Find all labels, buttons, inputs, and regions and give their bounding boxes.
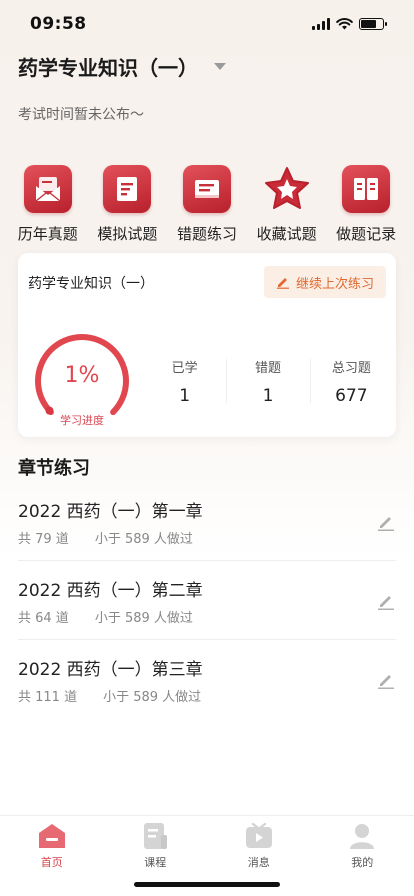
subject-title: 药学专业知识（一） [18, 56, 198, 80]
status-icons [312, 18, 387, 30]
tab-label: 消息 [247, 856, 270, 869]
profile-icon [346, 820, 378, 852]
stat-learned: 已学 1 [143, 353, 226, 409]
quick-nav-label: 收藏试题 [256, 225, 317, 243]
quick-nav-past-papers[interactable]: 历年真题 [8, 165, 88, 244]
chapter-name: 2022 西药（一）第二章 [18, 581, 203, 601]
chapter-name: 2022 西药（一）第一章 [18, 502, 203, 522]
error-book-icon [182, 165, 231, 213]
stat-label: 已学 [171, 360, 198, 376]
home-icon [36, 820, 68, 852]
battery-icon [359, 18, 387, 30]
tab-label: 我的 [351, 856, 374, 869]
pencil-icon [276, 278, 289, 289]
chapter-question-count: 共 111 道 [18, 690, 78, 705]
progress-card-title: 药学专业知识（一） [28, 276, 154, 292]
quick-nav-mock-exam[interactable]: 模拟试题 [88, 165, 168, 244]
edit-pencil-icon[interactable] [376, 591, 396, 611]
caret-down-icon [214, 63, 226, 70]
progress-percent: 1% [64, 363, 100, 388]
star-icon [263, 165, 311, 213]
course-icon [139, 820, 171, 852]
chapter-meta: 共 79 道 小于 589 人做过 [18, 528, 193, 547]
message-icon [243, 820, 275, 852]
open-book-icon [342, 165, 391, 213]
tab-label: 课程 [144, 856, 167, 869]
wifi-icon [336, 18, 353, 30]
chapter-question-count: 共 64 道 [18, 611, 69, 626]
status-bar: 09:58 [0, 0, 414, 48]
chapter-list: 2022 西药（一）第一章 共 79 道 小于 589 人做过 2022 西药（… [18, 482, 396, 719]
document-icon [103, 165, 152, 213]
chapter-meta: 共 111 道 小于 589 人做过 [18, 686, 201, 705]
chapter-done-count: 小于 589 人做过 [103, 690, 202, 705]
stat-value: 677 [335, 385, 368, 406]
stat-total: 总习题 677 [309, 353, 393, 409]
quick-nav-favorites[interactable]: 收藏试题 [247, 165, 327, 244]
progress-ring: 1% 学习进度 [32, 331, 132, 431]
chapter-question-count: 共 79 道 [18, 532, 69, 547]
quick-nav-label: 错题练习 [176, 225, 237, 243]
quick-nav-label: 做题记录 [336, 225, 397, 243]
tab-label: 首页 [40, 856, 63, 869]
tab-profile[interactable]: 我的 [322, 816, 402, 896]
quick-nav-wrong-questions[interactable]: 错题练习 [167, 165, 247, 244]
cellular-signal-icon [312, 18, 330, 30]
stat-label: 总习题 [331, 360, 371, 376]
quick-nav: 历年真题 模拟试题 错题练习 收藏试题 做题记录 [0, 165, 414, 244]
chapter-item[interactable]: 2022 西药（一）第一章 共 79 道 小于 589 人做过 [18, 482, 396, 561]
chapter-done-count: 小于 589 人做过 [94, 532, 193, 547]
chapter-done-count: 小于 589 人做过 [94, 611, 193, 626]
chapter-item[interactable]: 2022 西药（一）第三章 共 111 道 小于 589 人做过 [18, 640, 396, 719]
edit-pencil-icon[interactable] [376, 670, 396, 690]
home-indicator [134, 882, 280, 887]
edit-pencil-icon[interactable] [376, 512, 396, 532]
exam-time-notice: 考试时间暂未公布～ [18, 107, 144, 123]
status-time: 09:58 [30, 14, 87, 34]
stat-value: 1 [262, 385, 274, 406]
quick-nav-label: 模拟试题 [97, 225, 158, 243]
chapter-section-title: 章节练习 [18, 458, 90, 479]
progress-label: 学习进度 [60, 414, 104, 427]
subject-selector[interactable]: 药学专业知识（一） [18, 52, 226, 81]
envelope-paper-icon [23, 165, 72, 213]
quick-nav-label: 历年真题 [17, 225, 78, 243]
stat-value: 1 [179, 385, 191, 406]
chapter-meta: 共 64 道 小于 589 人做过 [18, 607, 193, 626]
quick-nav-history[interactable]: 做题记录 [326, 165, 406, 244]
chapter-name: 2022 西药（一）第三章 [18, 660, 203, 680]
stats-row: 已学 1 错题 1 总习题 677 [143, 353, 393, 409]
continue-practice-label: 继续上次练习 [295, 276, 374, 292]
chapter-item[interactable]: 2022 西药（一）第二章 共 64 道 小于 589 人做过 [18, 561, 396, 640]
stat-wrong: 错题 1 [226, 353, 309, 409]
tab-home[interactable]: 首页 [12, 816, 92, 896]
stat-label: 错题 [254, 360, 281, 376]
continue-practice-button[interactable]: 继续上次练习 [264, 266, 386, 298]
progress-card: 药学专业知识（一） 继续上次练习 1% 学习进度 已学 1 错题 1 总习题 6… [18, 253, 396, 437]
